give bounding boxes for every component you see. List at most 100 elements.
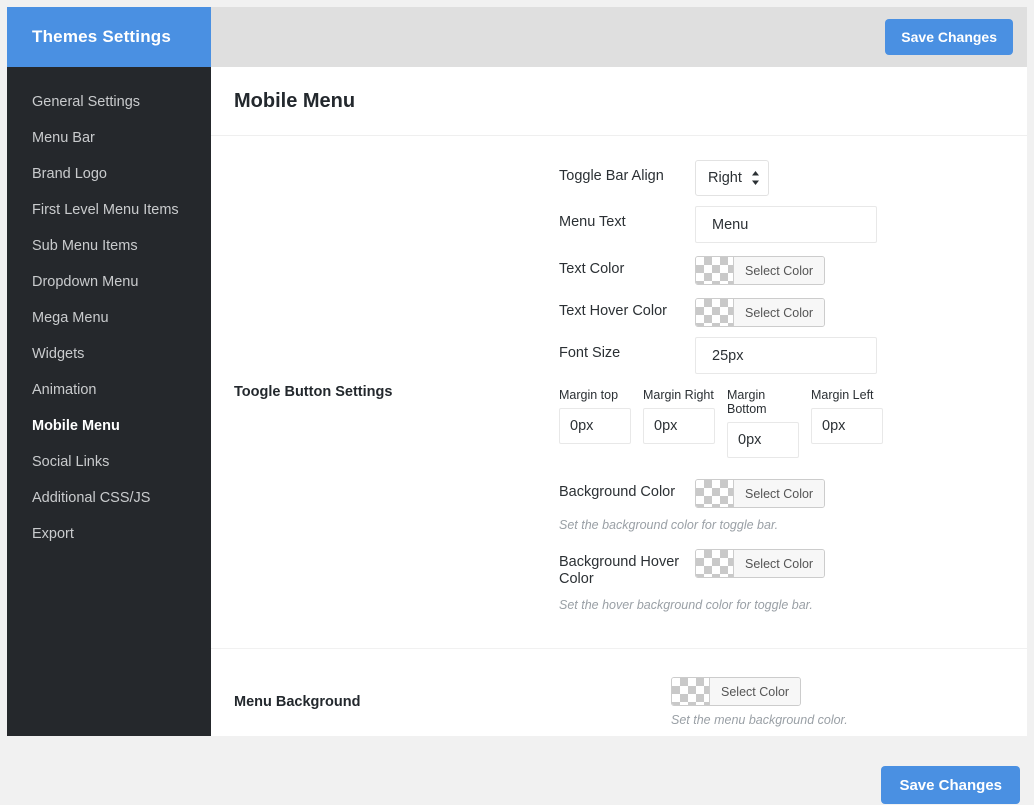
sidebar-item-sub-menu-items[interactable]: Sub Menu Items [7, 228, 211, 264]
page-title-row: Mobile Menu [211, 67, 1027, 136]
sidebar-item-label: Widgets [32, 346, 85, 362]
select-wrapper: Right [695, 160, 769, 196]
sidebar-item-label: Brand Logo [32, 166, 107, 182]
menu-background-controls: Select Color Set the menu background col… [559, 677, 1027, 727]
sidebar-item-label: Menu Bar [32, 130, 95, 146]
sidebar-item-label: Sub Menu Items [32, 238, 138, 254]
sidebar-item-mobile-menu[interactable]: Mobile Menu [7, 408, 225, 444]
field-control: Select Color [695, 476, 1027, 508]
section-toggle-button-settings: Toogle Button Settings Toggle Bar Align … [211, 136, 1027, 649]
select-color-label: Select Color [710, 678, 801, 705]
page-title: Mobile Menu [234, 89, 356, 112]
brand-header: Themes Settings [7, 7, 211, 67]
select-color-label: Select Color [734, 550, 825, 577]
menu-text-input[interactable] [695, 206, 877, 243]
margin-bottom-cell: Margin Bottom [727, 388, 799, 458]
sidebar-item-label: Social Links [32, 454, 110, 470]
sidebar-item-export[interactable]: Export [7, 516, 211, 552]
background-color-picker-button[interactable]: Select Color [695, 479, 826, 508]
text-color-picker-button[interactable]: Select Color [695, 256, 826, 285]
sidebar: Themes Settings General Settings Menu Ba… [7, 7, 225, 736]
text-hover-color-picker-button[interactable]: Select Color [695, 298, 826, 327]
field-background-color: Background Color Select Color [559, 476, 1027, 508]
topbar: Save Changes [211, 7, 1027, 67]
sidebar-item-animation[interactable]: Animation [7, 372, 211, 408]
margin-left-cell: Margin Left [811, 388, 883, 458]
save-changes-button-top[interactable]: Save Changes [885, 19, 1013, 55]
margin-fields-group: Margin top Margin Right Margin Bottom Ma… [559, 388, 1027, 458]
sidebar-item-label: Export [32, 526, 74, 542]
select-color-label: Select Color [734, 299, 825, 326]
section-body: Toggle Bar Align Right Menu Text Menu Te… [559, 136, 1027, 648]
sidebar-item-mega-menu[interactable]: Mega Menu [7, 300, 211, 336]
transparency-checkerboard-icon [696, 257, 734, 284]
sidebar-item-additional-css-js[interactable]: Additional CSS/JS [7, 480, 211, 516]
section-label: Menu Background [234, 694, 361, 710]
field-font-size: Font Size [559, 337, 1027, 374]
select-color-label: Select Color [734, 480, 825, 507]
sidebar-item-social-links[interactable]: Social Links [7, 444, 211, 480]
sidebar-item-label: Dropdown Menu [32, 274, 139, 290]
field-text-hover-color: Text Hover Color Select Color [559, 295, 1027, 327]
content-panel: Mobile Menu Toogle Button Settings Toggl… [211, 67, 1027, 736]
field-label: Menu Text [559, 214, 626, 230]
app-root: Themes Settings General Settings Menu Ba… [0, 0, 1034, 805]
menu-background-hint: Set the menu background color. [671, 713, 848, 727]
background-hover-color-hint: Set the hover background color for toggl… [559, 598, 813, 612]
save-changes-button-bottom[interactable]: Save Changes [881, 766, 1020, 804]
field-control: Select Color [695, 295, 1027, 327]
sidebar-item-label: Animation [32, 382, 97, 398]
margin-right-cell: Margin Right [643, 388, 715, 458]
margin-top-input[interactable] [559, 408, 631, 444]
section-label: Toogle Button Settings [234, 384, 393, 400]
select-color-label: Select Color [734, 257, 825, 284]
margin-left-label: Margin Left [811, 388, 874, 402]
sidebar-item-label: General Settings [32, 94, 141, 110]
field-label: Font Size [559, 345, 621, 361]
transparency-checkerboard-icon [696, 480, 734, 507]
field-toggle-bar-align: Toggle Bar Align Right [559, 160, 1027, 196]
menu-background-color-picker-button[interactable]: Select Color [671, 677, 802, 706]
section-body: Select Color Set the menu background col… [559, 649, 1027, 736]
footer-bar: Save Changes [211, 736, 1027, 804]
field-background-hover-color: Background Hover Color Select Color [559, 546, 1027, 588]
field-label: Text Hover Color [559, 303, 667, 319]
transparency-checkerboard-icon [696, 299, 734, 326]
margin-bottom-input[interactable] [727, 422, 799, 458]
sidebar-item-label: Mega Menu [32, 310, 109, 326]
field-control [695, 206, 1027, 243]
margin-bottom-label: Margin Bottom [727, 388, 767, 416]
transparency-checkerboard-icon [696, 550, 734, 577]
field-control: Select Color [695, 546, 1027, 578]
sidebar-item-first-level-menu-items[interactable]: First Level Menu Items [7, 192, 211, 228]
sidebar-item-widgets[interactable]: Widgets [7, 336, 211, 372]
field-label: Text Color [559, 261, 625, 277]
field-label: Background Hover Color [559, 554, 680, 587]
margin-right-label: Margin Right [643, 388, 714, 402]
toggle-bar-align-select[interactable]: Right [695, 160, 769, 196]
sidebar-item-label: Mobile Menu [32, 418, 120, 434]
sidebar-item-label: Additional CSS/JS [32, 490, 151, 506]
sidebar-item-general-settings[interactable]: General Settings [7, 84, 211, 120]
font-size-input[interactable] [695, 337, 877, 374]
background-color-hint: Set the background color for toggle bar. [559, 518, 779, 532]
field-label: Background Color [559, 484, 676, 500]
transparency-checkerboard-icon [672, 678, 710, 705]
field-text-color: Text Color Select Color [559, 253, 1027, 285]
brand-title: Themes Settings [32, 27, 172, 46]
field-control [695, 337, 1027, 374]
field-label: Toggle Bar Align [559, 168, 664, 184]
sidebar-nav: General Settings Menu Bar Brand Logo Fir… [7, 67, 225, 552]
field-control: Select Color [695, 253, 1027, 285]
section-menu-background: Menu Background Select Color Set the men… [211, 649, 1027, 736]
sidebar-item-menu-bar[interactable]: Menu Bar [7, 120, 211, 156]
background-hover-color-picker-button[interactable]: Select Color [695, 549, 826, 578]
margin-right-input[interactable] [643, 408, 715, 444]
margin-left-input[interactable] [811, 408, 883, 444]
margin-top-cell: Margin top [559, 388, 631, 458]
field-control: Right [695, 160, 1027, 196]
sidebar-item-brand-logo[interactable]: Brand Logo [7, 156, 211, 192]
sidebar-item-label: First Level Menu Items [32, 202, 179, 218]
field-menu-text: Menu Text [559, 206, 1027, 243]
sidebar-item-dropdown-menu[interactable]: Dropdown Menu [7, 264, 211, 300]
